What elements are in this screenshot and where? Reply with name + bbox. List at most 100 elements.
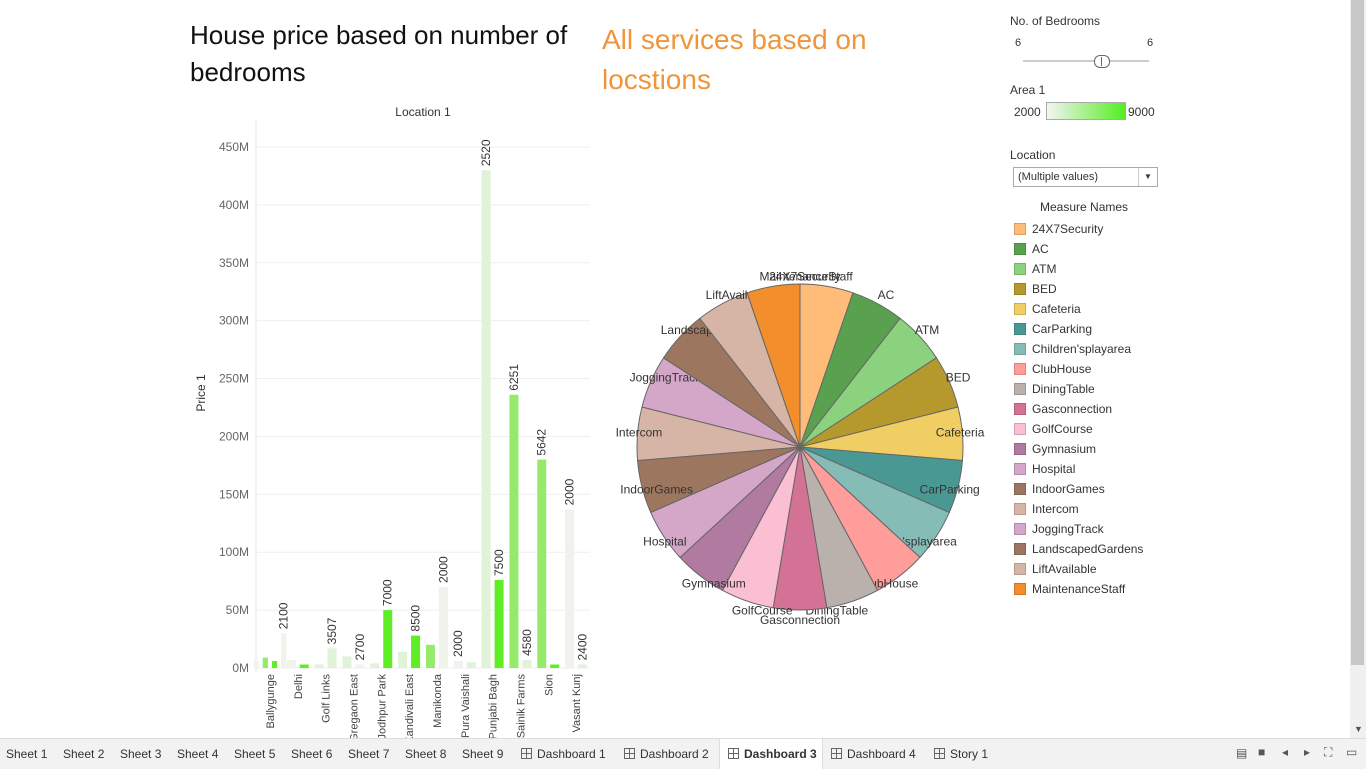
bedrooms-slider-handle[interactable]	[1094, 55, 1110, 68]
bar	[565, 509, 575, 668]
prev-sheet-icon[interactable]: ◂	[1282, 745, 1288, 759]
legend-item[interactable]: ATM	[1014, 259, 1143, 279]
bar	[271, 661, 278, 668]
legend-item[interactable]: LiftAvailable	[1014, 559, 1143, 579]
tab-sheet-1[interactable]: Sheet 1	[0, 739, 57, 769]
legend-item[interactable]: Cafeteria	[1014, 299, 1143, 319]
show-tabs-icon[interactable]: ■	[1258, 745, 1265, 759]
story-icon	[934, 748, 945, 759]
bar	[370, 663, 380, 668]
x-tick-label: Jodhpur Park	[376, 674, 388, 740]
legend-item[interactable]: LandscapedGardens	[1014, 539, 1143, 559]
chevron-down-icon[interactable]: ▼	[1138, 168, 1157, 186]
scroll-down-arrow-icon[interactable]: ▼	[1354, 724, 1363, 734]
legend-item[interactable]: IndoorGames	[1014, 479, 1143, 499]
presentation-mode-icon[interactable]: ▭	[1346, 745, 1357, 759]
legend-swatch	[1014, 503, 1026, 515]
tab-dashboard-4[interactable]: Dashboard 4	[823, 739, 926, 769]
bar	[425, 644, 435, 668]
bedrooms-slider-track[interactable]	[1023, 60, 1149, 62]
tab-sheet-8[interactable]: Sheet 8	[399, 739, 456, 769]
tab-dashboard-2[interactable]: Dashboard 2	[616, 739, 719, 769]
location-dropdown[interactable]: (Multiple values) ▼	[1013, 167, 1158, 187]
tab-label: Sheet 7	[348, 747, 390, 761]
bar-chart-title: Location 1	[395, 105, 451, 119]
location-filter-label: Location	[1010, 148, 1056, 162]
legend-item[interactable]: MaintenanceStaff	[1014, 579, 1143, 599]
legend-swatch	[1014, 563, 1026, 575]
chart-title-right: All services based on locstions	[602, 24, 867, 95]
location-dropdown-value: (Multiple values)	[1018, 171, 1099, 183]
legend-swatch	[1014, 583, 1026, 595]
pie-slice-label: CarParking	[920, 482, 980, 496]
pie-slice-label: GolfCourse	[732, 604, 793, 618]
tab-label: Dashboard 3	[744, 747, 817, 761]
tab-label: Dashboard 2	[640, 747, 709, 761]
tab-sheet-9[interactable]: Sheet 9	[456, 739, 513, 769]
tab-sheet-2[interactable]: Sheet 2	[57, 739, 114, 769]
pie-slice-label: AC	[878, 288, 895, 302]
legend-label: ClubHouse	[1032, 362, 1092, 376]
legend-item[interactable]: Intercom	[1014, 499, 1143, 519]
legend-item[interactable]: ClubHouse	[1014, 359, 1143, 379]
bar	[466, 662, 476, 668]
bar	[299, 664, 309, 668]
legend-item[interactable]: CarParking	[1014, 319, 1143, 339]
legend-item[interactable]: DiningTable	[1014, 379, 1143, 399]
tab-dashboard-3[interactable]: Dashboard 3	[719, 739, 823, 769]
legend-label: Gasconnection	[1032, 402, 1113, 416]
legend-item[interactable]: Hospital	[1014, 459, 1143, 479]
legend-label: Gymnasium	[1032, 442, 1097, 456]
legend-item[interactable]: AC	[1014, 239, 1143, 259]
area-color-gradient	[1046, 102, 1126, 120]
tab-story-1[interactable]: Story 1	[926, 739, 992, 769]
legend-item[interactable]: Gymnasium	[1014, 439, 1143, 459]
legend-item[interactable]: JoggingTrack	[1014, 519, 1143, 539]
tab-sheet-5[interactable]: Sheet 5	[228, 739, 285, 769]
x-tick-label: Vasant Kunj	[571, 674, 583, 733]
x-tick-label: Pura Vaishali	[460, 674, 472, 738]
legend-label: DiningTable	[1032, 382, 1095, 396]
legend-item[interactable]: 24X7Security	[1014, 219, 1143, 239]
y-axis-label: Price 1	[194, 374, 208, 412]
legend-item[interactable]: GolfCourse	[1014, 419, 1143, 439]
x-tick-label: Sainik Farms	[515, 674, 527, 739]
y-tick-label: 400M	[219, 198, 249, 212]
bar	[281, 633, 287, 668]
bar	[286, 659, 296, 668]
legend-swatch	[1014, 323, 1026, 335]
legend-swatch	[1014, 223, 1026, 235]
show-filmstrip-icon[interactable]: ▤	[1236, 746, 1247, 760]
dashboard-icon	[624, 748, 635, 759]
y-tick-label: 100M	[219, 545, 249, 559]
legend-swatch	[1014, 543, 1026, 555]
bar	[550, 664, 560, 668]
x-tick-label: Golf Links	[321, 674, 333, 723]
legend-item[interactable]: Gasconnection	[1014, 399, 1143, 419]
tab-sheet-6[interactable]: Sheet 6	[285, 739, 342, 769]
bar-data-label: 2100	[277, 602, 291, 629]
x-tick-label: Sion	[543, 674, 555, 696]
measure-names-legend: 24X7Security AC ATM BED Cafeteria CarParking C…	[1014, 219, 1143, 599]
bar	[578, 664, 588, 668]
tab-dashboard-1[interactable]: Dashboard 1	[513, 739, 616, 769]
scrollbar-thumb[interactable]	[1351, 0, 1364, 665]
legend-item[interactable]: BED	[1014, 279, 1143, 299]
tab-sheet-3[interactable]: Sheet 3	[114, 739, 171, 769]
fullscreen-icon[interactable]: ⛶	[1324, 745, 1332, 760]
tab-sheet-7[interactable]: Sheet 7	[342, 739, 399, 769]
bar-data-label: 2520	[479, 139, 493, 166]
legend-label: Cafeteria	[1032, 302, 1081, 316]
y-tick-label: 200M	[219, 429, 249, 443]
tab-label: Sheet 9	[462, 747, 504, 761]
tab-label: Story 1	[950, 747, 989, 761]
pie-slice-label: ATM	[915, 323, 939, 337]
tab-label: Dashboard 4	[847, 747, 916, 761]
next-sheet-icon[interactable]: ▸	[1304, 745, 1310, 759]
vertical-scrollbar[interactable]: ▼	[1350, 0, 1366, 738]
bar	[438, 586, 448, 668]
tab-sheet-4[interactable]: Sheet 4	[171, 739, 228, 769]
legend-item[interactable]: Children'splayarea	[1014, 339, 1143, 359]
bar	[494, 580, 504, 668]
y-tick-label: 350M	[219, 256, 249, 270]
